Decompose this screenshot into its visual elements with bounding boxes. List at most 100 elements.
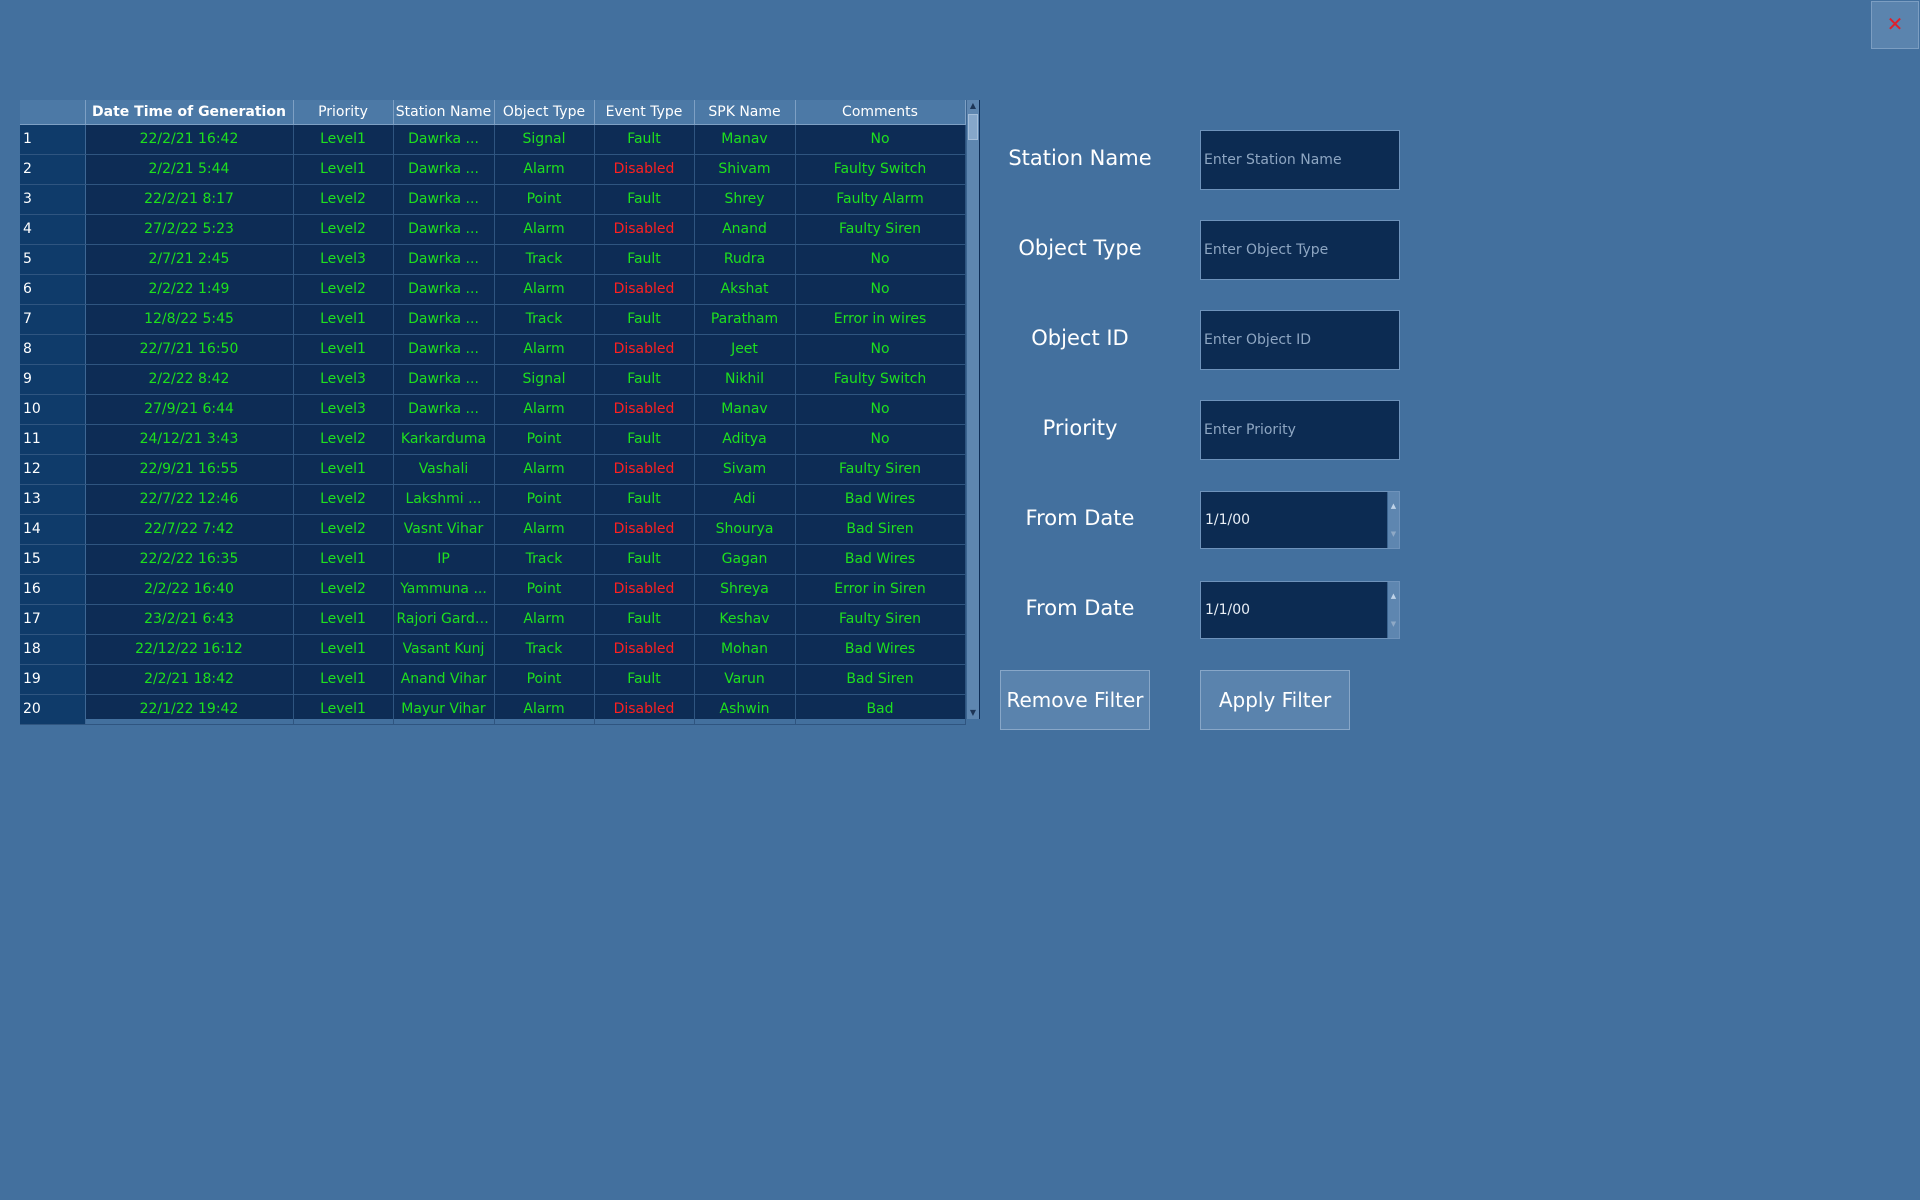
cell-event-type[interactable]: Disabled xyxy=(594,394,695,425)
cell-object-type[interactable]: Alarm xyxy=(494,394,595,425)
cell-object-type[interactable]: Alarm xyxy=(494,694,595,725)
cell-event-type[interactable]: Fault xyxy=(594,244,695,275)
cell-object-type[interactable]: Track xyxy=(494,634,595,665)
row-number[interactable]: 3 xyxy=(20,184,86,215)
cell-priority[interactable]: Level2 xyxy=(293,424,394,455)
cell-priority[interactable]: Level1 xyxy=(293,304,394,335)
cell-date[interactable]: 22/2/22 16:35 xyxy=(85,544,294,575)
cell-comments[interactable]: Bad Siren xyxy=(795,514,966,545)
cell-object-type[interactable]: Alarm xyxy=(494,454,595,485)
scroll-thumb[interactable] xyxy=(968,114,978,140)
cell-date[interactable]: 22/2/21 16:42 xyxy=(85,124,294,155)
cell-date[interactable]: 27/9/21 6:44 xyxy=(85,394,294,425)
cell-station[interactable]: Dawrka ... xyxy=(393,304,495,335)
table-row[interactable]: 2 2/2/21 5:44 Level1 Dawrka ... Alarm Disable… xyxy=(20,154,966,185)
cell-comments[interactable]: Faulty Siren xyxy=(795,454,966,485)
table-row[interactable]: 5 2/7/21 2:45 Level3 Dawrka ... Track Fault Ru… xyxy=(20,244,966,275)
spin-up-icon[interactable]: ▲ xyxy=(1388,492,1399,520)
station-name-input[interactable]: Enter Station Name xyxy=(1200,130,1400,190)
cell-comments[interactable]: No xyxy=(795,334,966,365)
row-number[interactable]: 4 xyxy=(20,214,86,245)
cell-event-type[interactable]: Fault xyxy=(594,484,695,515)
spin-up-icon[interactable]: ▲ xyxy=(1388,582,1399,610)
row-number[interactable]: 5 xyxy=(20,244,86,275)
cell-priority[interactable]: Level1 xyxy=(293,604,394,635)
cell-station[interactable]: Yammuna ... xyxy=(393,574,495,605)
cell-event-type[interactable]: Fault xyxy=(594,544,695,575)
row-number[interactable]: 18 xyxy=(20,634,86,665)
cell-date[interactable]: 27/2/22 5:23 xyxy=(85,214,294,245)
column-header-station[interactable]: Station Name xyxy=(393,100,495,125)
cell-object-type[interactable]: Signal xyxy=(494,124,595,155)
cell-station[interactable]: Anand Vihar xyxy=(393,664,495,695)
row-number[interactable]: 6 xyxy=(20,274,86,305)
cell-spk-name[interactable]: Manav xyxy=(694,124,796,155)
table-row[interactable]: 1 22/2/21 16:42 Level1 Dawrka ... Signal Faul… xyxy=(20,124,966,155)
cell-spk-name[interactable]: Nikhil xyxy=(694,364,796,395)
cell-event-type[interactable]: Disabled xyxy=(594,274,695,305)
cell-comments[interactable]: No xyxy=(795,424,966,455)
cell-date[interactable]: 2/2/22 8:42 xyxy=(85,364,294,395)
cell-object-type[interactable]: Track xyxy=(494,244,595,275)
cell-priority[interactable]: Level2 xyxy=(293,574,394,605)
from-date-spinner-2[interactable]: ▲ ▼ xyxy=(1387,582,1399,638)
cell-priority[interactable]: Level1 xyxy=(293,154,394,185)
cell-priority[interactable]: Level2 xyxy=(293,184,394,215)
from-date-picker-2[interactable]: 1/1/00 ▲ ▼ xyxy=(1200,581,1400,639)
cell-comments[interactable]: Bad xyxy=(795,694,966,725)
cell-object-type[interactable]: Alarm xyxy=(494,274,595,305)
cell-station[interactable]: Dawrka ... xyxy=(393,214,495,245)
cell-spk-name[interactable]: Shivam xyxy=(694,154,796,185)
cell-station[interactable]: Vasant Kunj xyxy=(393,634,495,665)
cell-event-type[interactable]: Disabled xyxy=(594,574,695,605)
cell-date[interactable]: 22/7/21 16:50 xyxy=(85,334,294,365)
cell-station[interactable]: Mayur Vihar xyxy=(393,694,495,725)
cell-object-type[interactable]: Signal xyxy=(494,364,595,395)
cell-object-type[interactable]: Point xyxy=(494,424,595,455)
cell-station[interactable]: Dawrka ... xyxy=(393,364,495,395)
cell-spk-name[interactable]: Shreya xyxy=(694,574,796,605)
column-header-spk-name[interactable]: SPK Name xyxy=(694,100,796,125)
cell-date[interactable]: 23/2/21 6:43 xyxy=(85,604,294,635)
table-row[interactable]: 7 12/8/22 5:45 Level1 Dawrka ... Track Fault P… xyxy=(20,304,966,335)
cell-spk-name[interactable]: Mohan xyxy=(694,634,796,665)
cell-date[interactable]: 22/2/21 8:17 xyxy=(85,184,294,215)
cell-priority[interactable]: Level3 xyxy=(293,244,394,275)
cell-station[interactable]: Dawrka ... xyxy=(393,184,495,215)
table-row[interactable]: 12 22/9/21 16:55 Level1 Vashali Alarm Disable… xyxy=(20,454,966,485)
cell-comments[interactable]: No xyxy=(795,274,966,305)
cell-comments[interactable]: Faulty Siren xyxy=(795,604,966,635)
cell-object-type[interactable]: Alarm xyxy=(494,334,595,365)
cell-spk-name[interactable]: Akshat xyxy=(694,274,796,305)
cell-station[interactable]: Dawrka ... xyxy=(393,274,495,305)
cell-spk-name[interactable]: Anand xyxy=(694,214,796,245)
table-row[interactable]: 13 22/7/22 12:46 Level2 Lakshmi ... Point Fau… xyxy=(20,484,966,515)
cell-spk-name[interactable]: Adi xyxy=(694,484,796,515)
row-number[interactable]: 10 xyxy=(20,394,86,425)
cell-comments[interactable]: No xyxy=(795,394,966,425)
cell-date[interactable]: 22/7/22 12:46 xyxy=(85,484,294,515)
cell-priority[interactable]: Level1 xyxy=(293,334,394,365)
table-row[interactable]: 19 2/2/21 18:42 Level1 Anand Vihar Point Faul… xyxy=(20,664,966,695)
cell-station[interactable]: Dawrka ... xyxy=(393,334,495,365)
cell-priority[interactable]: Level3 xyxy=(293,394,394,425)
column-header-comments[interactable]: Comments xyxy=(795,100,966,125)
cell-object-type[interactable]: Alarm xyxy=(494,154,595,185)
close-button[interactable]: ✕ xyxy=(1871,1,1919,49)
apply-filter-button[interactable]: Apply Filter xyxy=(1200,670,1350,730)
table-row[interactable]: 8 22/7/21 16:50 Level1 Dawrka ... Alarm Disab… xyxy=(20,334,966,365)
cell-comments[interactable]: Faulty Alarm xyxy=(795,184,966,215)
cell-priority[interactable]: Level1 xyxy=(293,664,394,695)
scroll-down-icon[interactable]: ▼ xyxy=(967,707,979,719)
table-scrollbar[interactable]: ▲ ▼ xyxy=(966,100,979,719)
cell-priority[interactable]: Level2 xyxy=(293,514,394,545)
cell-event-type[interactable]: Fault xyxy=(594,664,695,695)
cell-station[interactable]: Vashali xyxy=(393,454,495,485)
cell-event-type[interactable]: Fault xyxy=(594,364,695,395)
cell-comments[interactable]: Faulty Switch xyxy=(795,364,966,395)
column-header-priority[interactable]: Priority xyxy=(293,100,394,125)
cell-priority[interactable]: Level1 xyxy=(293,544,394,575)
cell-date[interactable]: 2/2/22 16:40 xyxy=(85,574,294,605)
spin-down-icon[interactable]: ▼ xyxy=(1388,610,1399,638)
cell-spk-name[interactable]: Sivam xyxy=(694,454,796,485)
